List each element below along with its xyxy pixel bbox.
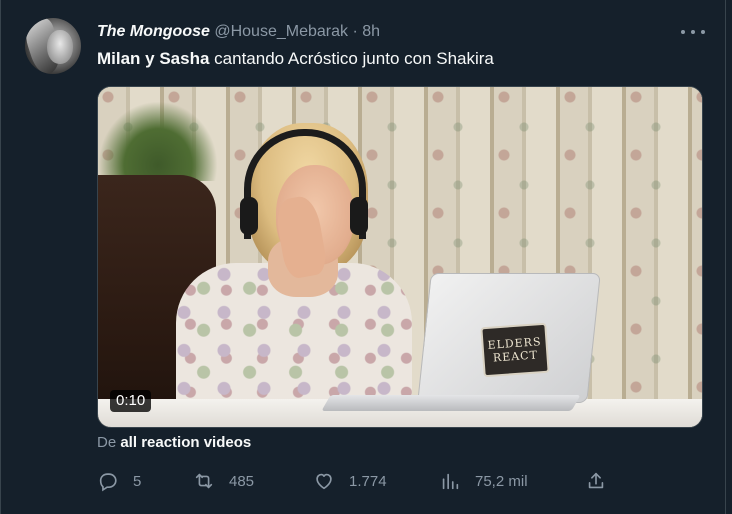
sticker-line-2: REACT (492, 348, 539, 365)
author-display-name[interactable]: The Mongoose (97, 23, 210, 40)
views-icon (442, 473, 459, 490)
avatar-face (47, 30, 73, 64)
retweet-count: 485 (229, 472, 255, 490)
tweet-text-rest: cantando Acróstico junto con Shakira (209, 49, 494, 68)
views-button[interactable]: 75,2 mil (439, 468, 528, 494)
video-headphone-ear-right (350, 197, 368, 235)
header-separator: · (352, 23, 358, 40)
video-headphone-ear-left (240, 197, 258, 235)
tweet-header: The Mongoose @House_Mebarak · 8h (97, 22, 380, 42)
tweet-timestamp[interactable]: 8h (362, 23, 380, 40)
author-handle[interactable]: @House_Mebarak (214, 23, 348, 40)
views-count: 75,2 mil (475, 472, 528, 490)
like-button[interactable]: 1.774 (313, 468, 387, 494)
like-count: 1.774 (349, 472, 387, 490)
share-icon (588, 472, 604, 489)
more-dot (701, 30, 705, 34)
tweet-text-bold: Milan y Sasha (97, 49, 210, 68)
heart-icon (316, 473, 332, 490)
reply-button[interactable]: 5 (97, 468, 141, 494)
reply-icon (99, 473, 117, 492)
retweet-button[interactable]: 485 (193, 468, 254, 494)
more-horizontal-icon[interactable] (681, 22, 705, 42)
video-laptop-base (321, 395, 581, 411)
elders-react-sticker: ELDERS REACT (480, 322, 550, 378)
video-source-prefix: De (97, 434, 121, 451)
avatar[interactable] (25, 18, 81, 74)
video-source: De all reaction videos (97, 434, 251, 452)
more-dot (681, 30, 685, 34)
more-dot (691, 30, 695, 34)
video-plant (98, 101, 218, 181)
retweet-icon (195, 473, 213, 489)
video-duration-badge: 0:10 (110, 390, 152, 412)
reply-count: 5 (133, 472, 142, 490)
tweet-actions: 5 485 1.774 75,2 mil (97, 468, 617, 494)
video-source-link[interactable]: all reaction videos (120, 434, 251, 451)
tweet-text: Milan y Sasha cantando Acróstico junto c… (97, 48, 494, 70)
video-player[interactable]: ELDERS REACT 0:10 (97, 86, 703, 428)
tweet-card[interactable]: The Mongoose @House_Mebarak · 8h Milan y… (0, 0, 726, 514)
right-rail (726, 0, 732, 514)
share-button[interactable] (585, 468, 621, 494)
